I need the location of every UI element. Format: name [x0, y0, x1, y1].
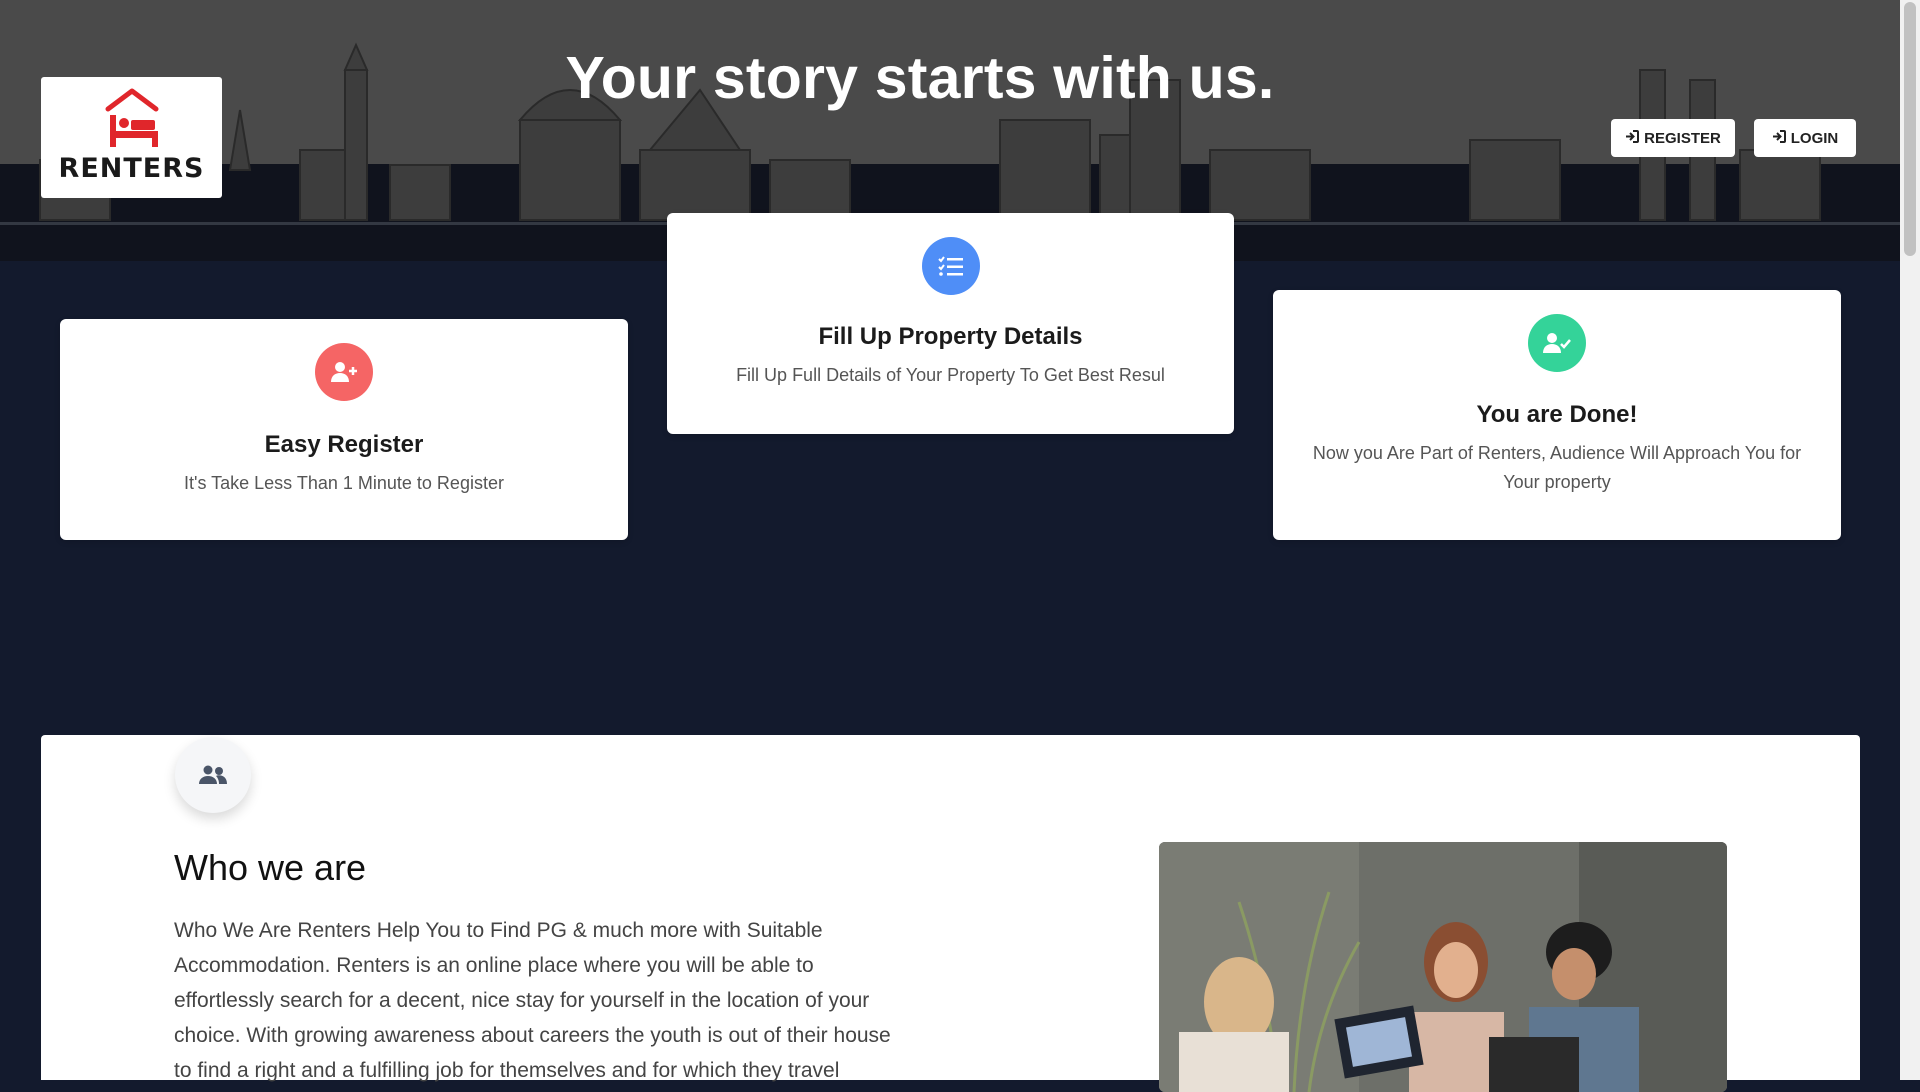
step-text: Fill Up Full Details of Your Property To… [736, 365, 1165, 385]
page-scrollbar[interactable] [1900, 0, 1920, 1080]
register-button[interactable]: REGISTER [1611, 119, 1735, 157]
who-we-are-section: Who we are Who We Are Renters Help You t… [41, 735, 1860, 1092]
user-plus-icon [315, 343, 373, 401]
login-button[interactable]: LOGIN [1754, 119, 1856, 157]
sign-in-icon [1772, 129, 1786, 147]
step-title: You are Done! [1476, 401, 1638, 428]
scrollbar-thumb[interactable] [1904, 2, 1916, 256]
users-icon [175, 737, 251, 813]
register-label: REGISTER [1644, 129, 1721, 147]
step-text: It's Take Less Than 1 Minute to Register [184, 473, 504, 493]
user-check-icon [1528, 314, 1586, 372]
list-check-icon [921, 237, 980, 295]
step-title: Fill Up Property Details [818, 323, 1083, 350]
step-card-done: You are Done! Now you Are Part of Renter… [1273, 290, 1841, 540]
section-text: Who We Are Renters Help You to Find PG &… [174, 919, 891, 1082]
step-card-property-details: Fill Up Property Details Fill Up Full De… [667, 213, 1234, 434]
logo-wordmark: RENTERS [58, 153, 205, 184]
sign-in-icon [1625, 129, 1640, 147]
login-label: LOGIN [1790, 129, 1839, 147]
hero-title: Your story starts with us. [565, 45, 1275, 111]
section-title: Who we are [174, 847, 367, 888]
team-photo [1159, 842, 1727, 1092]
step-title: Easy Register [264, 431, 424, 458]
step-card-register: Easy Register It's Take Less Than 1 Minu… [60, 319, 628, 540]
step-text: Now you Are Part of Renters, Audience Wi… [1312, 443, 1802, 492]
